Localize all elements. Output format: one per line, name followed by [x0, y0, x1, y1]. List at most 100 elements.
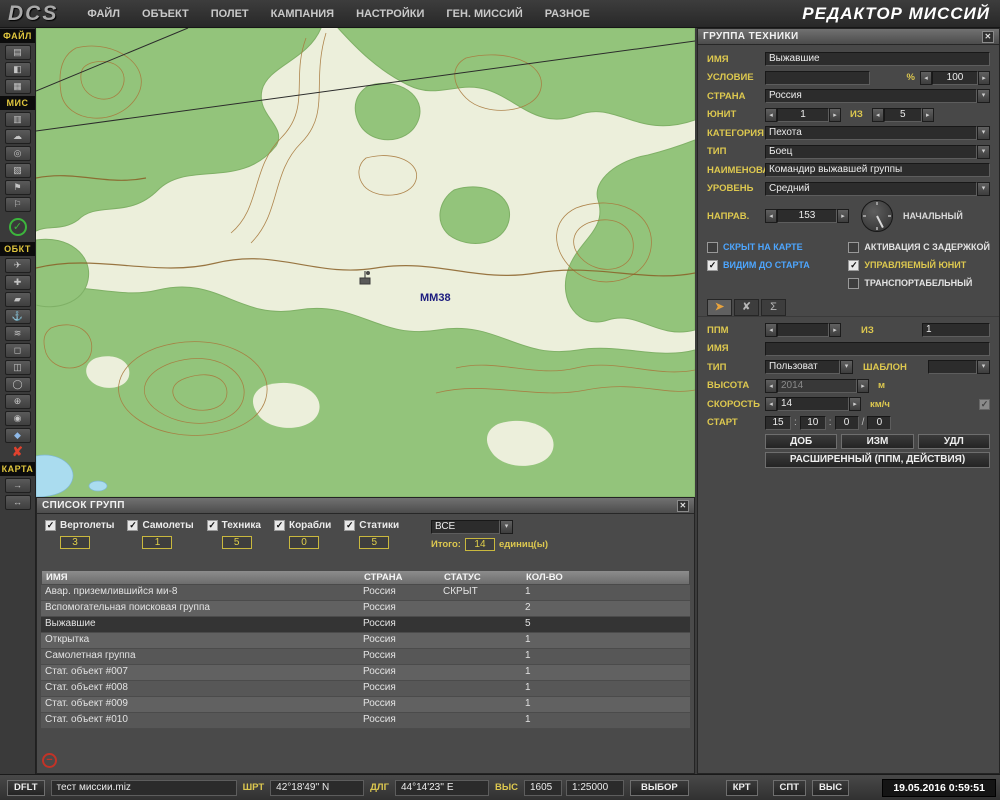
template-icon[interactable]: ◫ [5, 360, 31, 375]
heading-compass[interactable] [861, 200, 893, 232]
collapse-panel-icon[interactable] [42, 753, 57, 768]
briefing-icon[interactable]: ▥ [5, 112, 31, 127]
spinner-left-icon[interactable] [920, 71, 932, 85]
zone-icon[interactable]: ◯ [5, 377, 31, 392]
speed-lock-checkbox[interactable] [979, 399, 990, 410]
template-dropdown[interactable] [928, 360, 990, 374]
filter-checkbox[interactable] [45, 520, 56, 531]
checkbox[interactable] [707, 242, 718, 253]
tab-route[interactable]: ➤ [707, 299, 732, 316]
start-seconds-input[interactable]: 0 [835, 416, 859, 430]
menu-item[interactable]: РАЗНОЕ [534, 0, 601, 28]
ruler-icon[interactable]: ↔ [5, 495, 31, 510]
tab-payload[interactable]: ✘ [734, 299, 759, 316]
table-row[interactable]: ВыжавшиеРоссия5 [41, 617, 690, 633]
save-mission-icon[interactable]: ▦ [5, 79, 31, 94]
table-row[interactable]: Самолетная группаРоссия1 [41, 649, 690, 665]
edit-waypoint-button[interactable]: ИЗМ [841, 434, 913, 449]
heading-spinner[interactable]: 153 [765, 209, 849, 223]
delete-object-icon[interactable]: ✘ [5, 445, 31, 460]
close-icon[interactable] [982, 31, 994, 43]
spinner-left-icon[interactable] [765, 108, 777, 122]
checkbox[interactable] [707, 260, 718, 271]
helicopter-icon[interactable]: ✚ [5, 275, 31, 290]
chevron-down-icon[interactable] [977, 182, 990, 196]
coalition-filter-dropdown[interactable]: ВСЕ [431, 520, 513, 534]
menu-item[interactable]: КАМПАНИЯ [260, 0, 345, 28]
spinner-left-icon[interactable] [765, 379, 777, 393]
spinner-left-icon[interactable] [765, 209, 777, 223]
ship-icon[interactable]: ⚓ [5, 309, 31, 324]
blue-flag-icon[interactable]: ⚑ [5, 180, 31, 195]
speed-spinner[interactable]: 14 [765, 397, 861, 411]
table-row[interactable]: Вспомогательная поисковая группаРоссия2 [41, 601, 690, 617]
checkbox[interactable] [848, 242, 859, 253]
advanced-actions-button[interactable]: РАСШИРЕННЫЙ (ППМ, ДЕЙСТВИЯ) [765, 452, 990, 468]
group-name-input[interactable]: Выжавшие [765, 52, 990, 66]
red-flag-icon[interactable]: ⚐ [5, 197, 31, 212]
checkbox[interactable] [848, 278, 859, 289]
skill-dropdown[interactable]: Средний [765, 182, 990, 196]
start-minutes-input[interactable]: 10 [800, 416, 826, 430]
menu-item[interactable]: ФАЙЛ [76, 0, 131, 28]
delete-waypoint-button[interactable]: УДЛ [918, 434, 990, 449]
condition-input[interactable] [765, 71, 870, 85]
spinner-right-icon[interactable] [829, 108, 841, 122]
wp-type-dropdown[interactable]: Пользоват [765, 360, 853, 374]
tab-summary[interactable]: Σ [761, 299, 786, 316]
start-hours-input[interactable]: 15 [765, 416, 791, 430]
mission-goals-icon[interactable]: ◎ [5, 146, 31, 161]
spinner-right-icon[interactable] [857, 379, 869, 393]
table-row[interactable]: ОткрыткаРоссия1 [41, 633, 690, 649]
spinner-right-icon[interactable] [829, 323, 841, 337]
altitude-spinner[interactable]: 2014 [765, 379, 869, 393]
mission-options-icon[interactable]: ▧ [5, 163, 31, 178]
filter-checkbox[interactable] [207, 520, 218, 531]
table-row[interactable]: Стат. объект #008Россия1 [41, 681, 690, 697]
airplane-icon[interactable]: ✈ [5, 258, 31, 273]
add-waypoint-button[interactable]: ДОБ [765, 434, 837, 449]
close-icon[interactable] [677, 500, 689, 512]
select-mode-button[interactable]: ВЫБОР [630, 780, 689, 796]
terrain-map[interactable]: ММ38 [36, 28, 695, 497]
unit-index-spinner[interactable]: 1 [765, 108, 841, 122]
chevron-down-icon[interactable] [500, 520, 513, 534]
map-area[interactable]: ММ38 [36, 28, 695, 497]
category-dropdown[interactable]: Пехота [765, 126, 990, 140]
map-scale[interactable]: 1:25000 [566, 780, 624, 796]
country-dropdown[interactable]: Россия [765, 89, 990, 103]
altitude-layer-button[interactable]: ВЫС [812, 780, 849, 796]
ship-group-icon[interactable]: ≋ [5, 326, 31, 341]
route-tool-icon[interactable]: → [5, 478, 31, 493]
spinner-left-icon[interactable] [765, 397, 777, 411]
table-row[interactable]: Стат. объект #007Россия1 [41, 665, 690, 681]
spinner-right-icon[interactable] [978, 71, 990, 85]
vehicle-icon[interactable]: ▰ [5, 292, 31, 307]
table-row[interactable]: Стат. объект #010Россия1 [41, 713, 690, 729]
fly-mission-icon[interactable]: ✓ [9, 218, 27, 236]
menu-item[interactable]: ОБЪЕКТ [131, 0, 200, 28]
chevron-down-icon[interactable] [977, 89, 990, 103]
satellite-layer-button[interactable]: СПТ [773, 780, 807, 796]
menu-item[interactable]: НАСТРОЙКИ [345, 0, 435, 28]
weather-icon[interactable]: ☁ [5, 129, 31, 144]
chevron-down-icon[interactable] [977, 145, 990, 159]
mission-filename[interactable]: тест миссии.miz [51, 780, 237, 796]
filter-checkbox[interactable] [344, 520, 355, 531]
table-row[interactable]: Авар. приземлившийся ми-8РоссияСКРЫТ1 [41, 585, 690, 601]
unit-total-spinner[interactable]: 5 [872, 108, 934, 122]
menu-item[interactable]: ГЕН. МИССИЙ [435, 0, 533, 28]
map-layer-button[interactable]: КРТ [726, 780, 758, 796]
new-mission-icon[interactable]: ▤ [5, 45, 31, 60]
table-row[interactable]: Стат. объект #009Россия1 [41, 697, 690, 713]
menu-item[interactable]: ПОЛЕТ [200, 0, 260, 28]
unit-name-input[interactable]: Командир выжавшей группы [765, 163, 990, 177]
theme-button[interactable]: DFLT [7, 780, 45, 796]
probability-spinner[interactable]: 100 [920, 71, 990, 85]
checkbox[interactable] [848, 260, 859, 271]
spinner-right-icon[interactable] [837, 209, 849, 223]
drawing-icon[interactable]: ◆ [5, 428, 31, 443]
spinner-right-icon[interactable] [922, 108, 934, 122]
type-dropdown[interactable]: Боец [765, 145, 990, 159]
farp-icon[interactable]: ⊕ [5, 394, 31, 409]
